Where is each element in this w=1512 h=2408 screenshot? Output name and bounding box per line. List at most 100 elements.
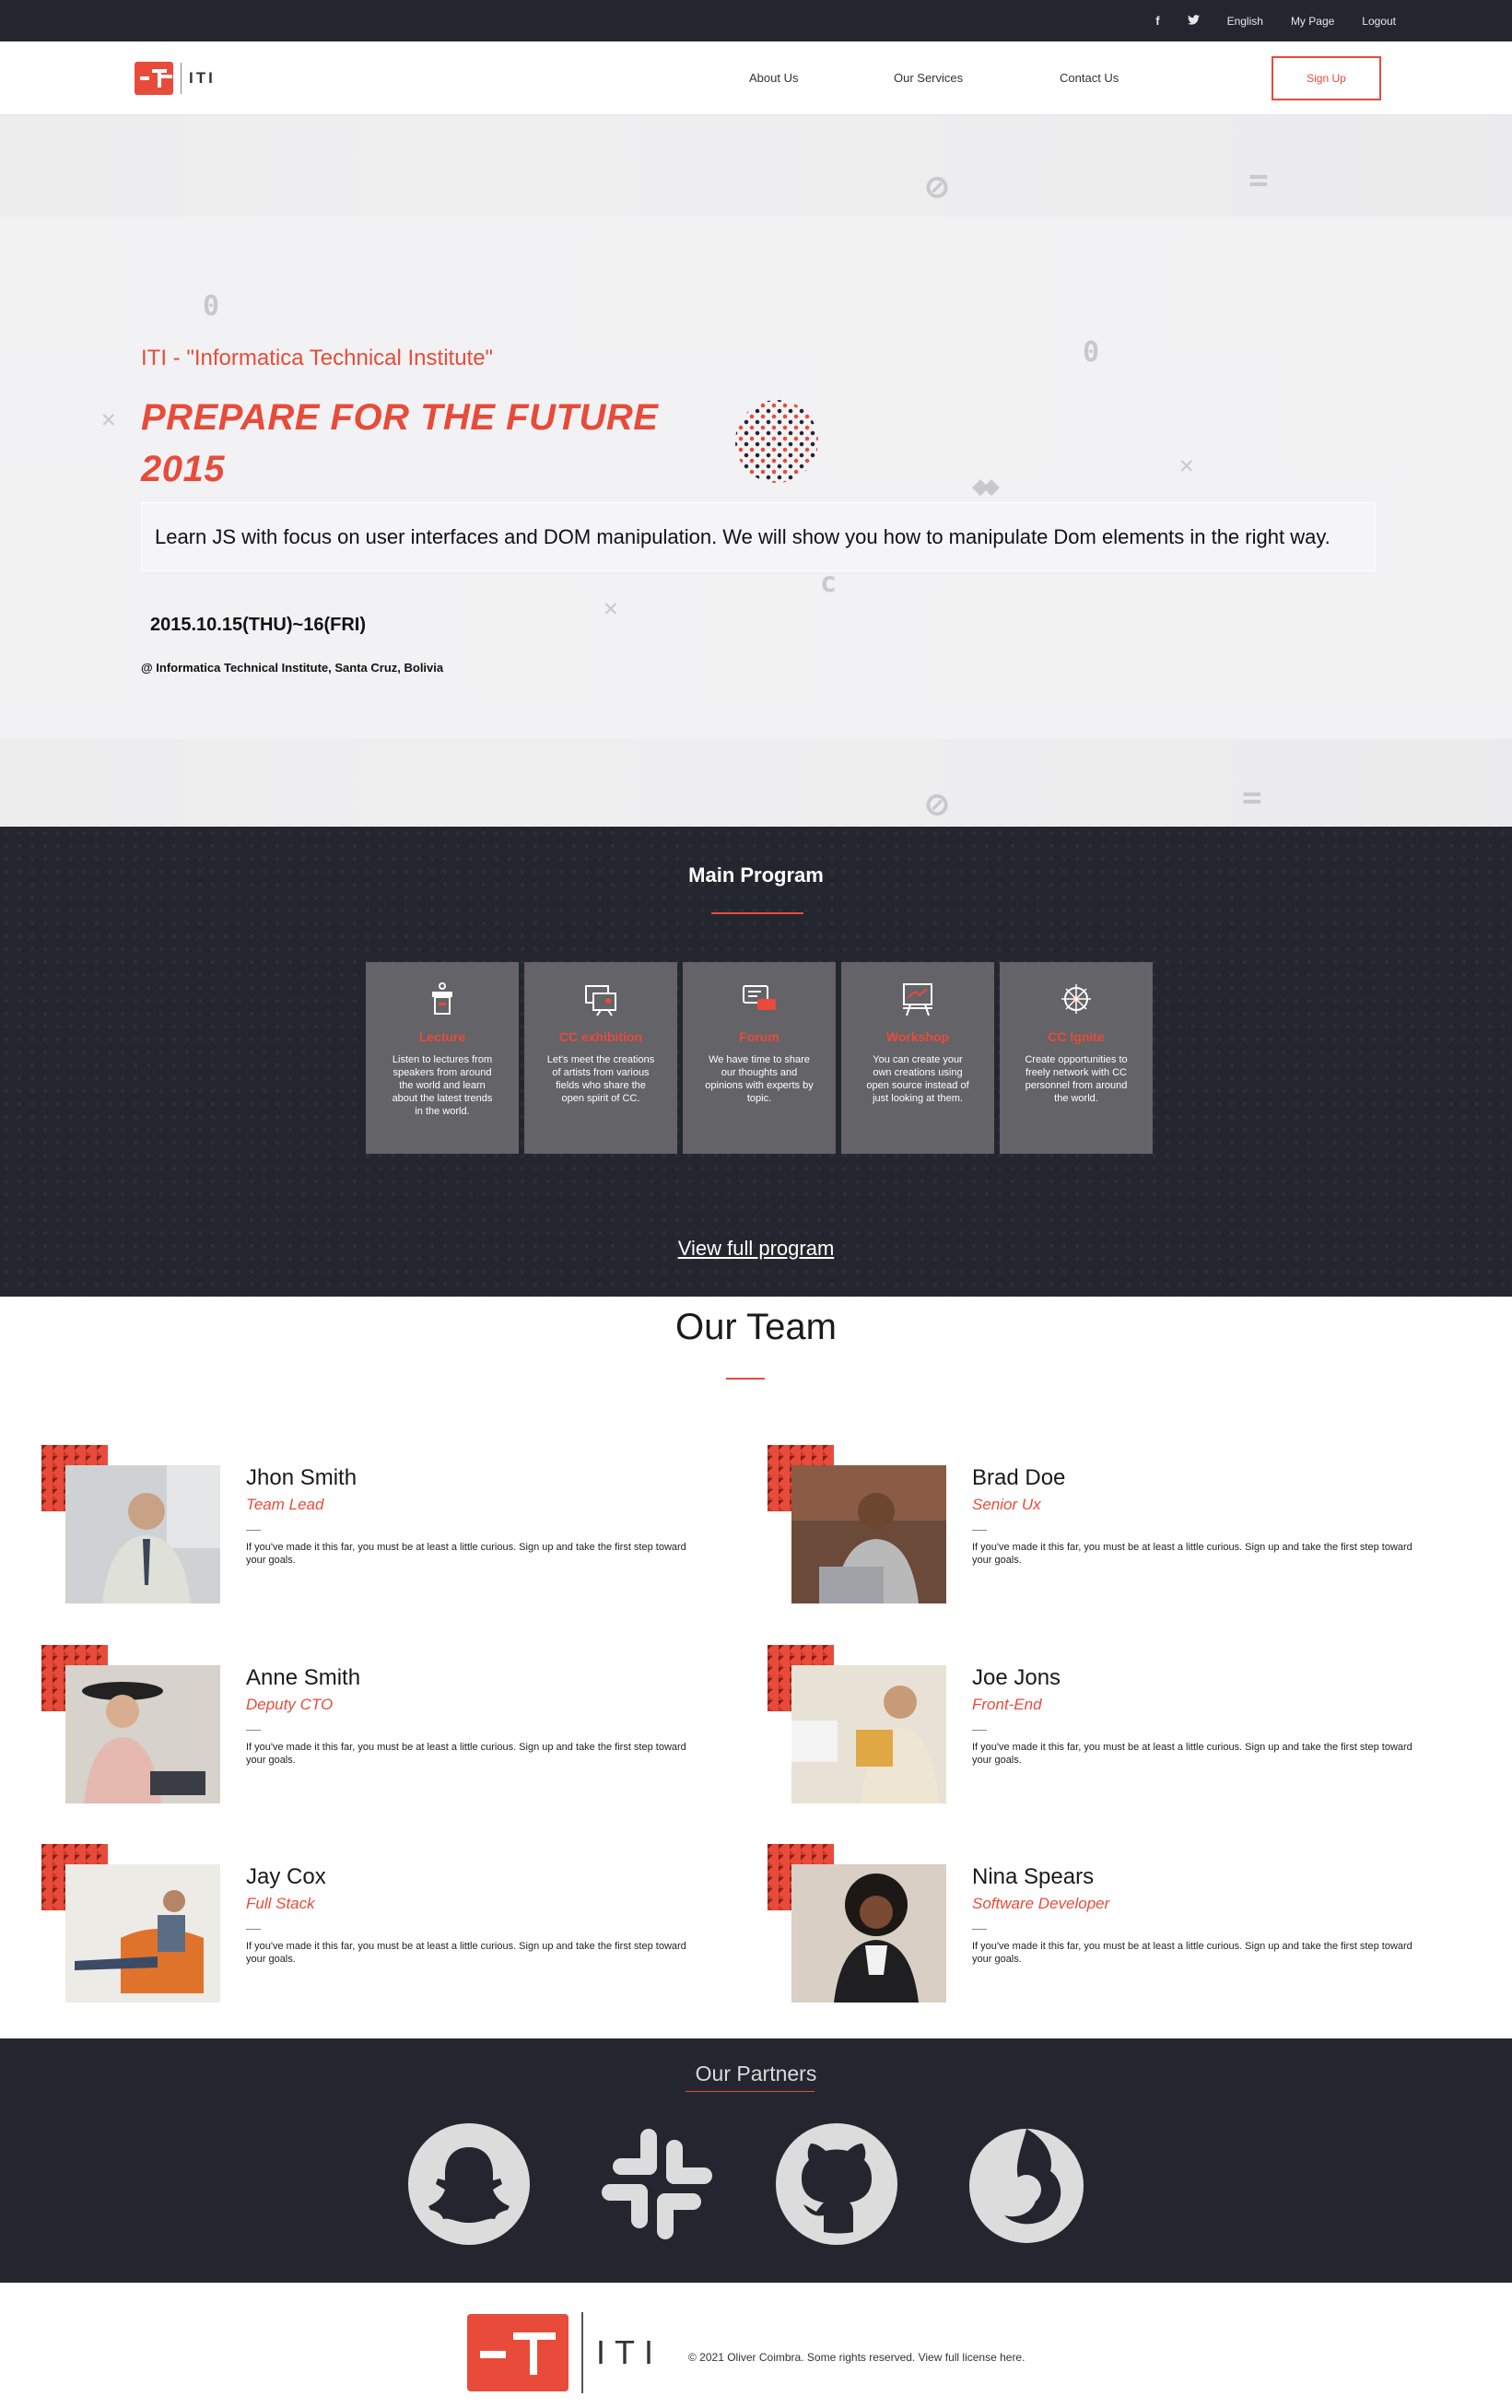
member-name: Brad Doe xyxy=(972,1465,1066,1490)
team-member-card: Joe Jons Front-End If you've made it thi… xyxy=(768,1645,1468,1811)
card-text: Listen to lectures from speakers from ar… xyxy=(392,1054,493,1117)
program-card-exhibition[interactable]: CC exhibition Let's meet the creations o… xyxy=(524,962,677,1154)
member-role: Team Lead xyxy=(246,1496,324,1513)
card-title: Lecture xyxy=(418,1029,466,1044)
card-title: CC Ignite xyxy=(1048,1029,1105,1044)
network-icon xyxy=(1061,984,1091,1014)
hero-section: 0 0 ✕ ✕ ✕ ⊘ ⊘ = = c ◆◆ ITI - "Informatic… xyxy=(0,115,1512,827)
hero-subtitle: ITI - "Informatica Technical Institute" xyxy=(141,346,494,370)
event-location: @ Informatica Technical Institute, Santa… xyxy=(141,661,444,675)
hero-description: Learn JS with focus on user interfaces a… xyxy=(141,502,1376,571)
member-role: Senior Ux xyxy=(972,1496,1041,1513)
card-text: Create opportunities to freely network w… xyxy=(1025,1054,1128,1104)
program-card-workshop[interactable]: Workshop You can create your own creatio… xyxy=(841,962,994,1154)
member-bio: If you've made it this far, you must be … xyxy=(246,1941,686,1965)
card-text: You can create your own creations using … xyxy=(866,1054,969,1104)
member-role: Software Developer xyxy=(972,1895,1110,1912)
program-title: Main Program xyxy=(688,863,824,887)
workshop-icon xyxy=(903,983,932,1016)
deco-equals-icon: = xyxy=(1242,779,1262,816)
event-date: 2015.10.15(THU)~16(FRI) xyxy=(150,615,366,635)
member-photo xyxy=(791,1864,946,2003)
nav-contact-us[interactable]: Contact Us xyxy=(1060,71,1119,85)
deco-zero-icon: 0 xyxy=(1083,336,1100,369)
card-text: Let's meet the creations of artists from… xyxy=(546,1054,655,1104)
dots-pattern-ball xyxy=(735,400,818,483)
member-photo xyxy=(791,1465,946,1603)
forum-icon xyxy=(743,985,776,1010)
logo-divider xyxy=(581,2312,583,2393)
deco-equals-icon: = xyxy=(1248,161,1269,199)
deco-cross-icon: ✕ xyxy=(604,594,618,622)
footer-logo-text: ITI xyxy=(596,2333,662,2371)
divider xyxy=(246,1530,261,1531)
hero-headline-line1: PREPARE FOR THE FUTURE xyxy=(141,397,659,438)
nav-our-services[interactable]: Our Services xyxy=(894,71,963,85)
member-photo xyxy=(65,1665,220,1803)
hero-headline: PREPARE FOR THE FUTURE 2015 xyxy=(141,392,658,495)
snapchat-icon[interactable] xyxy=(408,2123,530,2245)
member-bio: If you've made it this far, you must be … xyxy=(972,1742,1412,1766)
divider xyxy=(972,1530,987,1531)
program-card-lecture[interactable]: Lecture Listen to lectures from speakers… xyxy=(366,962,519,1154)
main-program-section: Main Program Lecture Listen to lectures … xyxy=(0,827,1512,1297)
site-footer: ITI © 2021 Oliver Coimbra. Some rights r… xyxy=(0,2283,1512,2408)
team-title-underline xyxy=(726,1378,765,1380)
slack-icon[interactable] xyxy=(596,2123,718,2245)
member-bio: If you've made it this far, you must be … xyxy=(246,1542,686,1566)
member-bio: If you've made it this far, you must be … xyxy=(972,1941,1412,1965)
program-title-underline xyxy=(711,912,803,914)
team-member-card: Anne Smith Deputy CTO If you've made it … xyxy=(41,1645,742,1811)
exhibition-icon xyxy=(585,985,616,1016)
copyright-text: © 2021 Oliver Coimbra. Some rights reser… xyxy=(688,2351,1026,2364)
program-card-forum[interactable]: Forum We have time to share our thoughts… xyxy=(683,962,836,1154)
member-bio: If you've made it this far, you must be … xyxy=(246,1742,686,1766)
my-page-link[interactable]: My Page xyxy=(1291,15,1334,28)
hero-headline-line2: 2015 xyxy=(141,449,225,489)
team-title: Our Team xyxy=(675,1307,837,1347)
twitter-icon[interactable] xyxy=(1187,14,1200,28)
member-name: Jhon Smith xyxy=(246,1465,357,1490)
team-member-card: Jhon Smith Team Lead If you've made it t… xyxy=(41,1445,742,1611)
deco-diamond-icon: ◆◆ xyxy=(972,470,1000,502)
facebook-icon[interactable]: f xyxy=(1155,14,1159,28)
top-links: f English My Page Logout xyxy=(1155,0,1396,41)
card-title: CC exhibition xyxy=(558,1029,643,1044)
partners-title-underline xyxy=(686,2091,815,2092)
partners-title: Our Partners xyxy=(695,2061,817,2085)
nav-about-us[interactable]: About Us xyxy=(749,71,798,85)
divider xyxy=(972,1929,987,1930)
team-member-card: Nina Spears Software Developer If you've… xyxy=(768,1844,1468,2010)
team-member-card: Brad Doe Senior Ux If you've made it thi… xyxy=(768,1445,1468,1611)
member-name: Nina Spears xyxy=(972,1864,1095,1889)
deco-cross-icon: ✕ xyxy=(1179,452,1194,479)
view-full-program-link[interactable]: View full program xyxy=(0,1237,1512,1261)
member-photo xyxy=(65,1465,220,1603)
language-link[interactable]: English xyxy=(1227,15,1263,28)
divider xyxy=(972,1730,987,1731)
partners-section: Our Partners xyxy=(0,2038,1512,2283)
deco-c-icon: c xyxy=(820,567,838,599)
member-photo xyxy=(791,1665,946,1803)
card-text: We have time to share our thoughts and o… xyxy=(705,1054,814,1104)
signup-button[interactable]: Sign Up xyxy=(1272,56,1381,100)
deco-circle-slash-icon: ⊘ xyxy=(926,166,949,208)
program-cards: Lecture Listen to lectures from speakers… xyxy=(366,962,1153,1154)
top-bar: f English My Page Logout xyxy=(0,0,1512,41)
member-role: Front-End xyxy=(972,1696,1042,1713)
github-icon[interactable] xyxy=(776,2123,897,2245)
site-header: ITI About Us Our Services Contact Us Sig… xyxy=(0,41,1512,115)
footer-logo[interactable]: ITI xyxy=(467,2312,662,2393)
lecture-icon xyxy=(432,982,452,1015)
deco-circle-slash-icon: ⊘ xyxy=(926,783,949,826)
program-card-ignite[interactable]: CC Ignite Create opportunities to freely… xyxy=(1000,962,1153,1154)
member-photo xyxy=(65,1864,220,2003)
card-title: Forum xyxy=(739,1029,779,1044)
logo-mark-icon xyxy=(467,2314,568,2391)
divider xyxy=(246,1929,261,1930)
divider xyxy=(246,1730,261,1731)
logout-link[interactable]: Logout xyxy=(1362,15,1396,28)
member-role: Deputy CTO xyxy=(246,1696,334,1713)
member-name: Anne Smith xyxy=(246,1665,361,1690)
firefox-icon[interactable] xyxy=(966,2123,1087,2245)
